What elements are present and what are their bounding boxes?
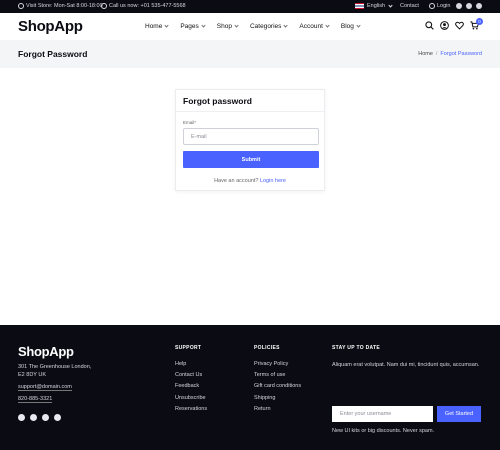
contact-link[interactable]: Contact bbox=[400, 3, 419, 9]
nav-item-pages[interactable]: Pages bbox=[180, 23, 206, 30]
search-icon[interactable] bbox=[425, 21, 434, 30]
form-heading: Forgot password bbox=[183, 96, 252, 106]
clock-icon bbox=[18, 3, 24, 9]
chevron-down-icon bbox=[388, 2, 393, 8]
facebook-icon[interactable] bbox=[456, 3, 462, 9]
page-title-bar: Forgot Password Home / Forgot Password bbox=[0, 40, 500, 68]
footer-link-feedback[interactable]: Feedback bbox=[175, 383, 207, 389]
nav-item-blog[interactable]: Blog bbox=[340, 23, 361, 30]
chevron-down-icon bbox=[234, 23, 239, 28]
facebook-icon[interactable] bbox=[18, 414, 25, 421]
footer-link-terms[interactable]: Terms of use bbox=[254, 372, 301, 378]
chevron-down-icon bbox=[164, 23, 169, 28]
subscribe-section: STAY UP TO DATE Aliquam erat volutpat. N… bbox=[332, 345, 487, 434]
language-label: English bbox=[367, 3, 386, 9]
nav-label: Pages bbox=[180, 23, 199, 30]
site-footer: ShopApp 301 The Greenhouse London, E2 8D… bbox=[0, 325, 500, 450]
forgot-password-card: Forgot password Email* Submit Have an ac… bbox=[175, 89, 325, 191]
uk-flag-icon bbox=[355, 3, 364, 9]
nav-label: Home bbox=[145, 23, 163, 30]
user-icon bbox=[429, 3, 435, 9]
account-prompt-text: Have an account? bbox=[214, 178, 259, 184]
chevron-down-icon bbox=[283, 23, 289, 28]
nav-item-shop[interactable]: Shop bbox=[216, 23, 239, 30]
footer-logo[interactable]: ShopApp bbox=[18, 344, 74, 359]
email-label: Email* bbox=[183, 120, 197, 125]
footer-phone-link[interactable]: 820-885-3321 bbox=[18, 396, 53, 403]
page-title: Forgot Password bbox=[18, 49, 88, 59]
twitter-icon[interactable] bbox=[466, 3, 472, 9]
instagram-icon[interactable] bbox=[42, 414, 49, 421]
login-link[interactable]: Login bbox=[429, 3, 450, 9]
call-info: Call us now: +01 535-477-5568 bbox=[101, 3, 186, 9]
store-hours: Visit Store: Mon-Sat 8:00-18:00 bbox=[18, 3, 103, 9]
footer-link-help[interactable]: Help bbox=[175, 361, 207, 367]
subscribe-heading: STAY UP TO DATE bbox=[332, 345, 381, 351]
language-selector[interactable]: English bbox=[355, 2, 393, 9]
footer-social-links bbox=[18, 414, 61, 421]
subscribe-note: New UI kits or big discounts. Never spam… bbox=[332, 428, 435, 434]
linkedin-icon[interactable] bbox=[476, 3, 482, 9]
header-actions: 0 bbox=[425, 18, 483, 30]
main-nav: Home Pages Shop Categories Account Blog bbox=[145, 23, 372, 30]
login-here-link[interactable]: Login here bbox=[260, 178, 286, 184]
footer-link-shipping[interactable]: Shipping bbox=[254, 395, 301, 401]
submit-button[interactable]: Submit bbox=[183, 151, 319, 168]
address-line: E2 8DY UK bbox=[18, 372, 47, 378]
login-label: Login bbox=[437, 3, 451, 9]
footer-link-reservations[interactable]: Reservations bbox=[175, 406, 207, 412]
heart-icon[interactable] bbox=[455, 21, 464, 30]
policies-column: POLICIES Privacy Policy Terms of use Gif… bbox=[254, 345, 301, 417]
cart-count-badge: 0 bbox=[476, 18, 483, 25]
nav-label: Shop bbox=[216, 23, 232, 30]
account-icon[interactable] bbox=[440, 21, 449, 30]
nav-label: Blog bbox=[340, 23, 354, 30]
footer-link-return[interactable]: Return bbox=[254, 406, 301, 412]
breadcrumb-home[interactable]: Home bbox=[418, 51, 433, 57]
store-hours-text: Visit Store: Mon-Sat 8:00-18:00 bbox=[26, 3, 103, 9]
support-heading: SUPPORT bbox=[175, 345, 202, 351]
get-started-button[interactable]: Get Started bbox=[437, 406, 481, 422]
chevron-down-icon bbox=[325, 23, 330, 28]
twitter-icon[interactable] bbox=[30, 414, 37, 421]
footer-link-gift-card[interactable]: Gift card conditions bbox=[254, 383, 301, 389]
subscribe-text: Aliquam erat volutpat. Nam dui mi, tinci… bbox=[332, 362, 480, 368]
divider bbox=[176, 111, 324, 112]
logo[interactable]: ShopApp bbox=[18, 18, 83, 35]
policies-heading: POLICIES bbox=[254, 345, 280, 351]
top-bar: Visit Store: Mon-Sat 8:00-18:00 Call us … bbox=[0, 0, 500, 13]
footer-link-privacy[interactable]: Privacy Policy bbox=[254, 361, 301, 367]
subscribe-input[interactable] bbox=[332, 406, 433, 422]
phone-icon bbox=[101, 3, 107, 9]
chevron-down-icon bbox=[356, 23, 361, 28]
nav-item-account[interactable]: Account bbox=[299, 23, 330, 30]
call-info-text: Call us now: +01 535-477-5568 bbox=[109, 3, 186, 9]
account-prompt: Have an account? Login here bbox=[176, 178, 324, 184]
footer-address: 301 The Greenhouse London, E2 8DY UK bbox=[18, 363, 91, 379]
breadcrumb-current: Forgot Password bbox=[440, 51, 482, 57]
site-header: ShopApp Home Pages Shop Categories Accou… bbox=[0, 13, 500, 40]
email-field[interactable] bbox=[183, 128, 319, 145]
nav-item-home[interactable]: Home bbox=[145, 23, 169, 30]
cart-button[interactable]: 0 bbox=[470, 18, 483, 30]
footer-link-contact[interactable]: Contact Us bbox=[175, 372, 207, 378]
breadcrumb-separator: / bbox=[435, 51, 438, 57]
nav-label: Account bbox=[299, 23, 323, 30]
address-line: 301 The Greenhouse London, bbox=[18, 364, 92, 370]
nav-label: Categories bbox=[249, 23, 282, 30]
support-column: SUPPORT Help Contact Us Feedback Unsubsc… bbox=[175, 345, 207, 417]
nav-item-categories[interactable]: Categories bbox=[249, 23, 289, 30]
chevron-down-icon bbox=[201, 23, 206, 28]
top-social-links bbox=[456, 3, 482, 9]
breadcrumb: Home / Forgot Password bbox=[418, 51, 482, 57]
footer-email-link[interactable]: support@domain.com bbox=[18, 384, 72, 391]
footer-link-unsubscribe[interactable]: Unsubscribe bbox=[175, 395, 207, 401]
linkedin-icon[interactable] bbox=[54, 414, 61, 421]
